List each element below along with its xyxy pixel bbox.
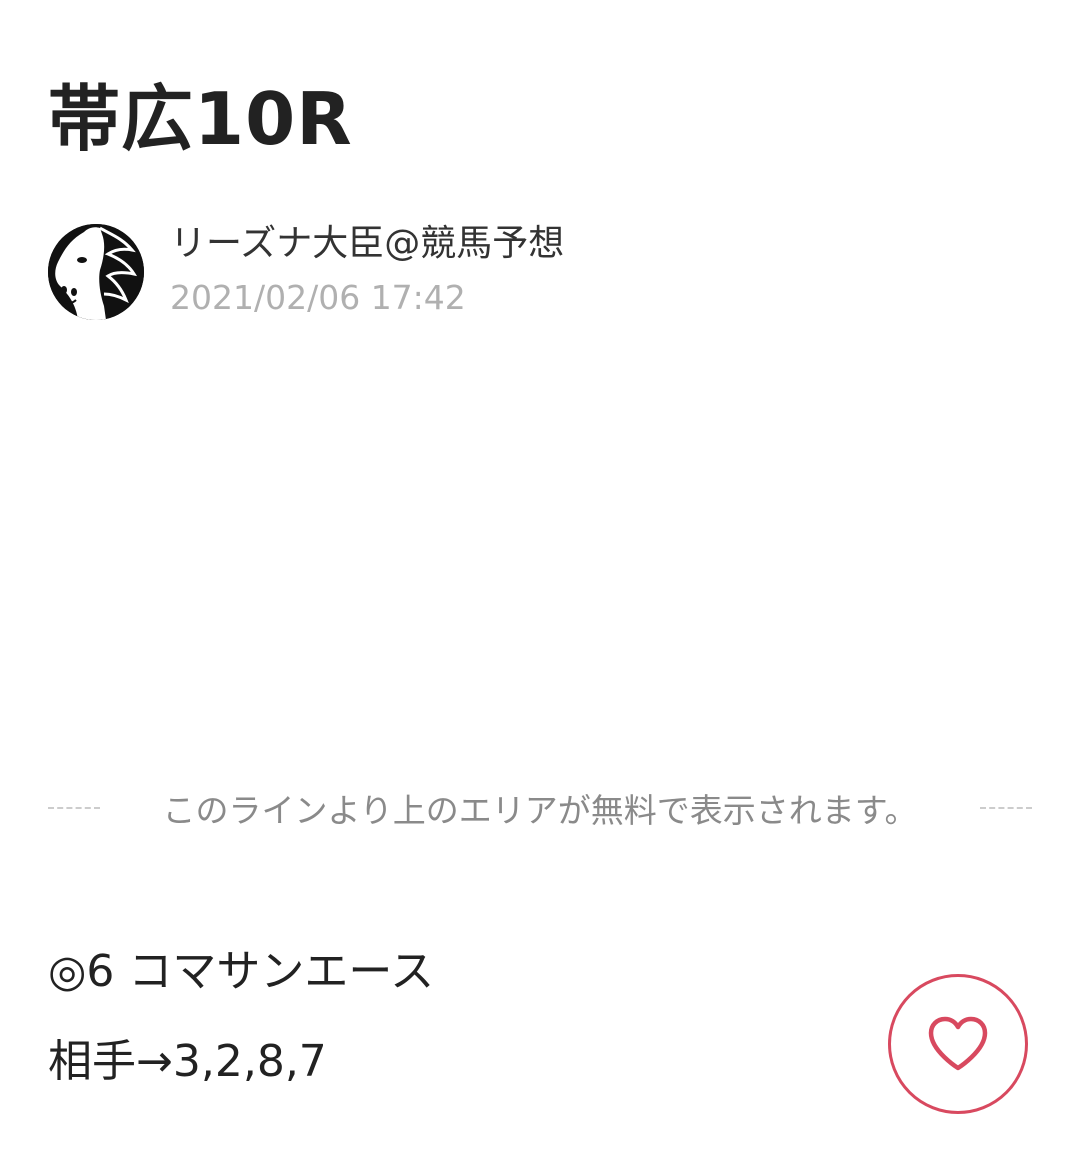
like-button[interactable] [888,974,1028,1114]
post-date: 2021/02/06 17:42 [170,278,466,317]
divider-line-right [980,807,1032,809]
pick-line: ◎6 コマサンエース [48,946,435,997]
author-name[interactable]: リーズナ大臣@競馬予想 [170,222,564,266]
horse-head-icon [48,224,144,320]
article-title: 帯広10R [48,77,353,161]
partners-line: 相手→3,2,8,7 [48,1036,327,1087]
free-area-notice: このラインより上のエリアが無料で表示されます。 [162,791,918,830]
free-area-divider: このラインより上のエリアが無料で表示されます。 [48,786,1032,830]
author-avatar[interactable] [48,224,144,320]
article-body: ◎6 コマサンエース 相手→3,2,8,7 [48,944,868,1090]
divider-line-left [48,807,100,809]
heart-icon [928,1016,988,1071]
author-info: リーズナ大臣@競馬予想 2021/02/06 17:42 [48,222,564,324]
